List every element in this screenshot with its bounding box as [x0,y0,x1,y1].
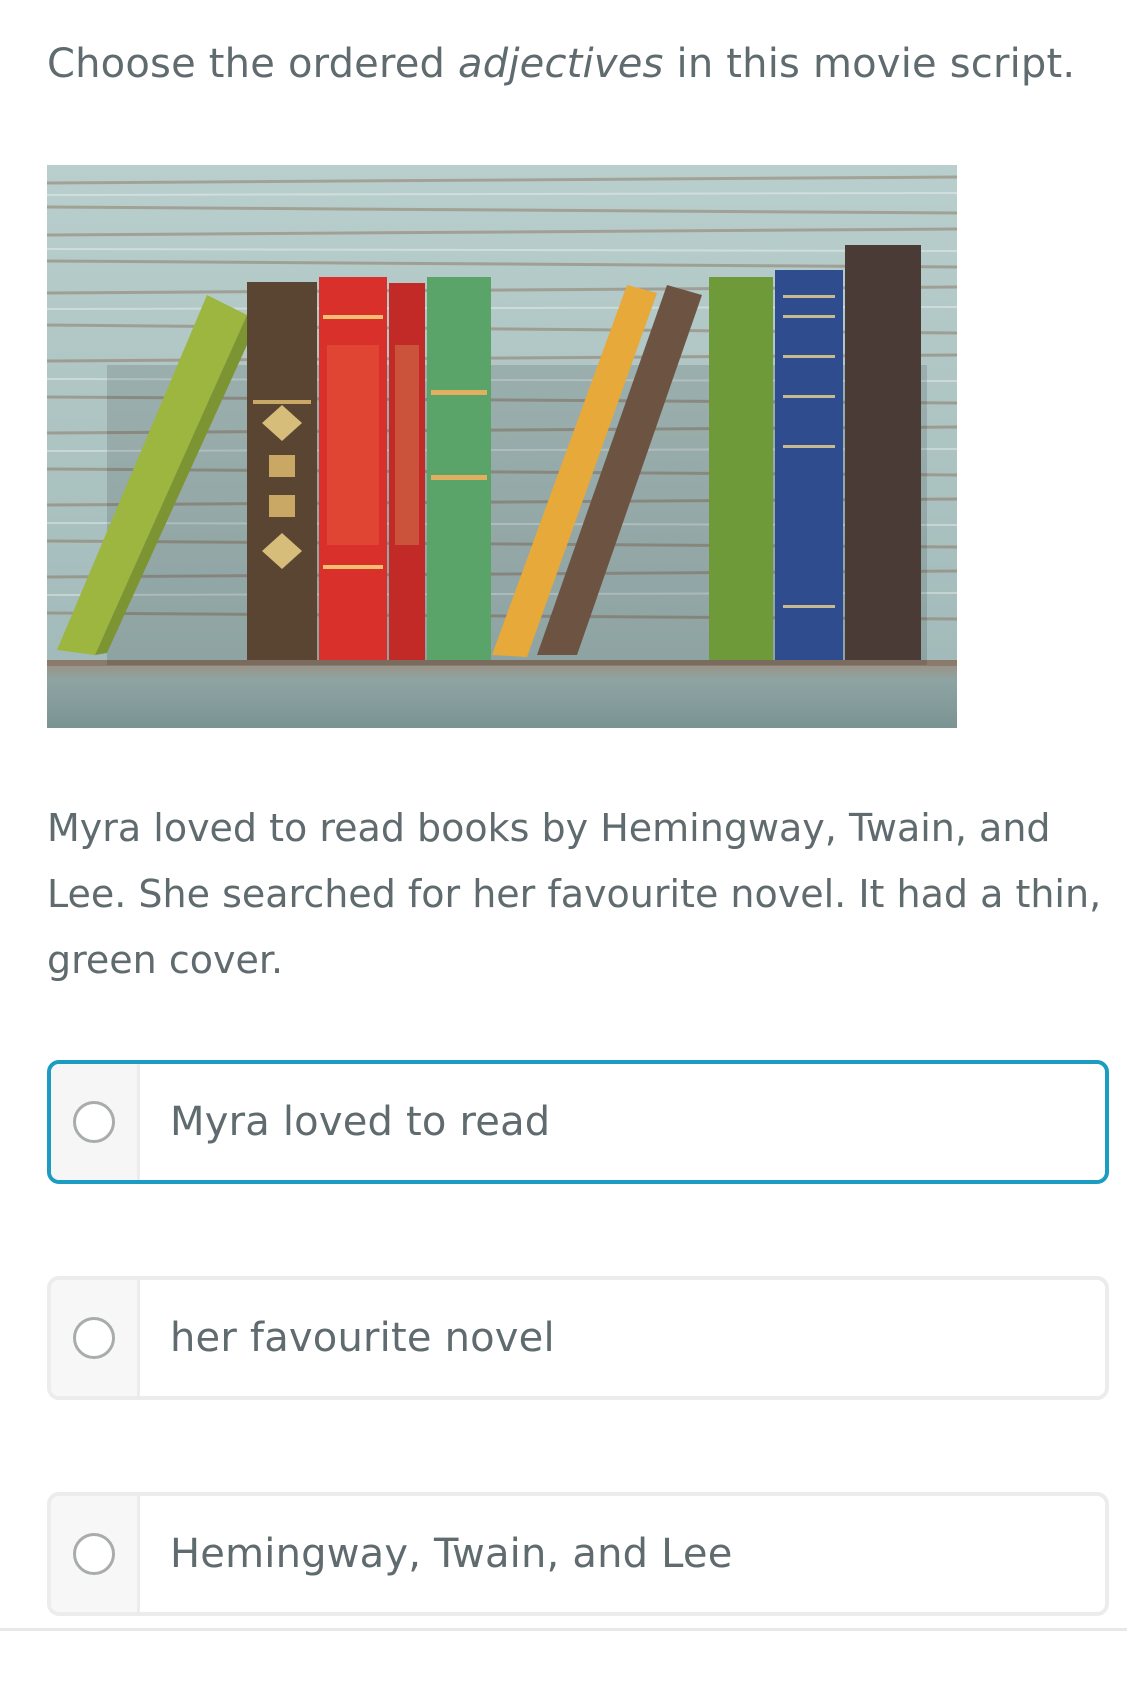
question-text-after: in this movie script. [663,41,1076,87]
option-label: Hemingway, Twain, and Lee [170,1531,733,1577]
radio-button-icon[interactable] [73,1317,115,1359]
question-emphasis: adjectives [458,41,664,87]
radio-button-icon[interactable] [73,1533,115,1575]
option-1[interactable]: Myra loved to read [47,1060,1109,1184]
divider [0,1628,1127,1631]
answer-options: Myra loved to read her favourite novel H… [47,1060,1109,1708]
radio-button-icon[interactable] [73,1101,115,1143]
radio-cell [51,1064,140,1180]
radio-cell [51,1496,140,1612]
question-prompt: Choose the ordered adjectives in this mo… [47,36,1075,92]
passage-text: Myra loved to read books by Hemingway, T… [47,806,1102,982]
question-text-before: Choose the ordered [47,41,459,87]
option-3[interactable]: Hemingway, Twain, and Lee [47,1492,1109,1616]
option-label: her favourite novel [170,1315,555,1361]
option-label: Myra loved to read [170,1099,551,1145]
books-on-shelf-photo [47,165,957,728]
radio-cell [51,1280,140,1396]
option-2[interactable]: her favourite novel [47,1276,1109,1400]
